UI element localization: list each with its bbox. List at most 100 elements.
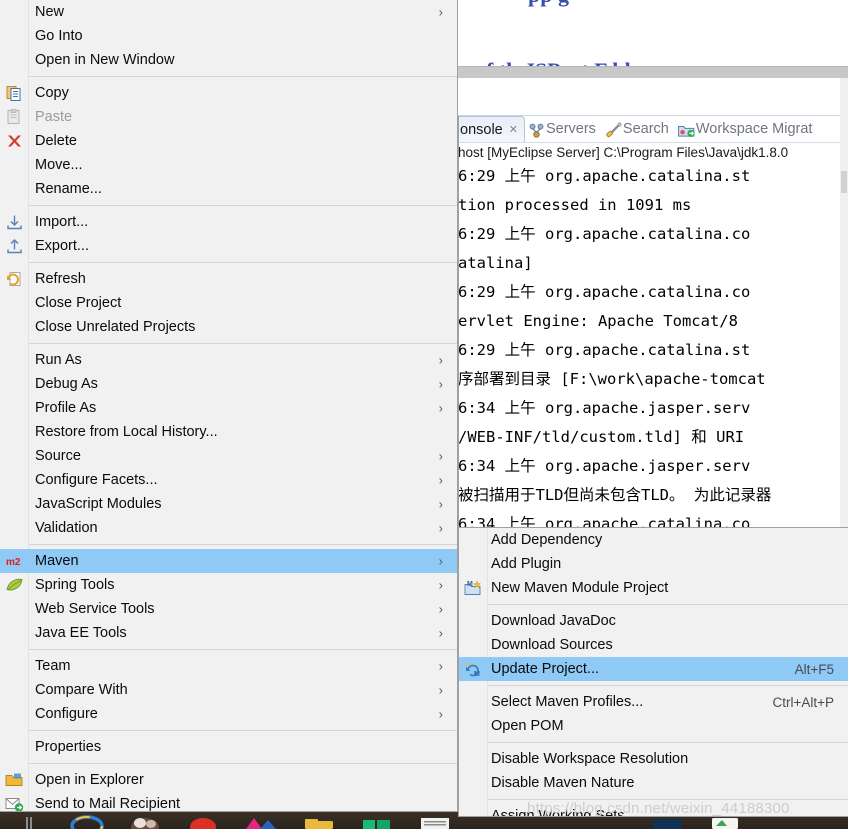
console-line: 6:34 上午 org.apache.jasper.serv [458,399,751,417]
context-menu-item-delete[interactable]: Delete [0,129,457,153]
screen-root: pp g f th JSP a t F ld onsole ✕ Servers Sea… [0,0,848,829]
console-tab-label: onsole [460,121,503,138]
menu-separator [29,544,457,545]
menu-item-label: Web Service Tools [35,601,155,617]
chevron-right-icon: › [438,682,443,698]
menu-item-label: Go Into [35,28,83,44]
context-menu-item-copy[interactable]: Copy [0,81,457,105]
context-menu-item-compare-with[interactable]: Compare With › [0,678,457,702]
maven-submenu-item-add-plugin[interactable]: Add Plugin [459,552,848,576]
console-line: 序部署到目录 [F:\work\apache-tomcat [458,370,766,388]
menu-item-label: Download Sources [491,637,613,653]
console-tab-search[interactable]: Search [602,116,675,142]
chevron-right-icon: › [438,520,443,536]
context-menu-item-open-in-new-window[interactable]: Open in New Window [0,48,457,72]
console-tab-workspace-migrat[interactable]: Workspace Migrat [675,116,819,142]
servers-icon [527,122,544,138]
menu-item-label: Export... [35,238,89,254]
menu-item-label: Rename... [35,181,102,197]
maven-submenu-item-disable-workspace-resolution[interactable]: Disable Workspace Resolution [459,747,848,771]
console-line: 6:29 上午 org.apache.catalina.st [458,341,751,359]
maven-submenu-item-new-maven-module-project[interactable]: M New Maven Module Project [459,576,848,600]
chevron-right-icon: › [438,577,443,593]
red-circle-icon [190,818,216,829]
vertical-scrollbar-thumb-secondary[interactable] [841,171,847,193]
context-menu-item-send-to-mail-recipient[interactable]: Send to Mail Recipient [0,792,457,811]
maven-submenu-item-download-javadoc[interactable]: Download JavaDoc [459,609,848,633]
console-view: onsole ✕ Servers Search Workspace Migrat hos… [458,116,848,529]
chevron-right-icon: › [438,658,443,674]
context-menu-item-rename[interactable]: Rename... [0,177,457,201]
maven-submenu-item-open-pom[interactable]: Open POM [459,714,848,738]
context-menu-item-source[interactable]: Source › [0,444,457,468]
chevron-right-icon: › [438,400,443,416]
editor-console-sash[interactable] [458,66,848,78]
taskbar-item-app6[interactable] [348,812,406,829]
maven-submenu-item-add-dependency[interactable]: Add Dependency [459,528,848,552]
context-menu-item-open-in-explorer[interactable]: Open in Explorer [0,768,457,792]
console-line: 6:29 上午 org.apache.catalina.co [458,225,751,243]
context-menu-item-debug-as[interactable]: Debug As › [0,372,457,396]
maven-submenu-item-disable-maven-nature[interactable]: Disable Maven Nature [459,771,848,795]
maven-submenu-item-assign-working-sets[interactable]: Assign Working Sets... [459,804,848,817]
console-line: 6:29 上午 org.apache.catalina.st [458,167,751,185]
maven-submenu: Add Dependency Add Plugin M New Maven Modul… [458,527,848,817]
menu-item-label: Add Plugin [491,556,562,572]
context-menu-item-move[interactable]: Move... [0,153,457,177]
context-menu-item-spring-tools[interactable]: Spring Tools › [0,573,457,597]
pink-blue-icon [246,818,276,829]
taskbar-item-app4[interactable] [232,812,290,829]
console-tab-servers[interactable]: Servers [525,116,602,142]
maven-submenu-item-select-maven-profiles[interactable]: Select Maven Profiles... Ctrl+Alt+P [459,690,848,714]
maven-submenu-item-update-project[interactable]: M Update Project... Alt+F5 [459,657,848,681]
yellow-folder-icon [305,819,333,829]
taskbar-item-app5[interactable] [290,812,348,829]
context-menu-item-go-into[interactable]: Go Into [0,24,457,48]
context-menu-item-import[interactable]: Import... [0,210,457,234]
chevron-right-icon: › [438,553,443,569]
context-menu-item-configure-facets[interactable]: Configure Facets... › [0,468,457,492]
context-menu-item-maven[interactable]: m2 Maven › [0,549,457,573]
console-output: 6:29 上午 org.apache.catalina.st tion proce… [458,161,848,529]
console-tab-onsole[interactable]: onsole ✕ [458,116,525,142]
menu-item-label: Assign Working Sets... [491,808,637,817]
menu-item-label: Paste [35,109,73,125]
menu-item-label: Maven [35,553,79,569]
context-menu-item-restore-from-local-history[interactable]: Restore from Local History... [0,420,457,444]
context-menu-item-configure[interactable]: Configure › [0,702,457,726]
context-menu-item-validation[interactable]: Validation › [0,516,457,540]
taskbar-item-browser[interactable] [58,812,116,829]
console-line: atalina] [458,254,533,272]
menu-item-label: Team [35,658,71,674]
taskbar-item-app7[interactable] [406,812,464,829]
taskbar-item-app2[interactable] [116,812,174,829]
taskbar-item-start[interactable] [0,812,58,829]
context-menu-item-profile-as[interactable]: Profile As › [0,396,457,420]
context-menu-item-close-project[interactable]: Close Project [0,291,457,315]
context-menu-item-team[interactable]: Team › [0,654,457,678]
menu-item-label: Update Project... [491,661,599,677]
chevron-right-icon: › [438,4,443,20]
maven-submenu-item-download-sources[interactable]: Download Sources [459,633,848,657]
taskbar-item-app3[interactable] [174,812,232,829]
context-menu-item-web-service-tools[interactable]: Web Service Tools › [0,597,457,621]
menu-item-label: Close Project [35,295,122,311]
context-menu-item-export[interactable]: Export... [0,234,457,258]
chevron-right-icon: › [438,496,443,512]
context-menu-item-run-as[interactable]: Run As › [0,348,457,372]
close-icon[interactable]: ✕ [509,123,518,136]
context-menu-item-java-ee-tools[interactable]: Java EE Tools › [0,621,457,645]
svg-text:M: M [467,581,473,588]
edge-browser-icon [70,815,104,829]
editor-background: pp g f th JSP a t F ld [458,0,848,68]
new-maven-module-icon: M [464,580,483,597]
context-menu-item-refresh[interactable]: Refresh [0,267,457,291]
context-menu-item-javascript-modules[interactable]: JavaScript Modules › [0,492,457,516]
menu-item-label: Properties [35,739,102,755]
context-menu-item-close-unrelated-projects[interactable]: Close Unrelated Projects [0,315,457,339]
console-line: /WEB-INF/tld/custom.tld] 和 URI [458,428,745,446]
folder-brown-icon [131,818,159,829]
context-menu-item-new[interactable]: New › [0,0,457,24]
maven-submenu-item-list: Add Dependency Add Plugin M New Maven Modul… [459,528,848,817]
context-menu-item-properties[interactable]: Properties [0,735,457,759]
